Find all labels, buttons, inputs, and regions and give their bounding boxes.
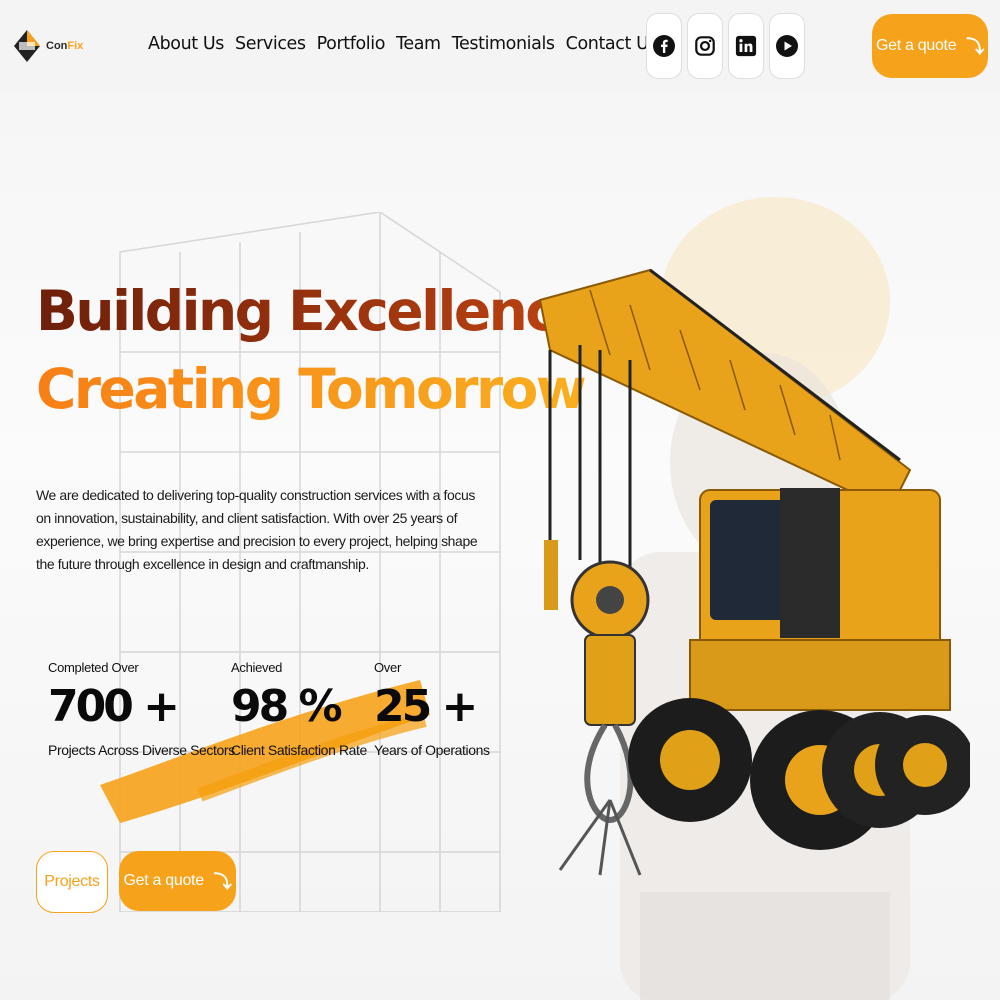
stat-satisfaction-value: 98 % xyxy=(231,681,343,732)
nav-about-us[interactable]: About Us xyxy=(148,34,224,54)
youtube-link[interactable] xyxy=(769,13,805,79)
brand-name-con: Con xyxy=(46,40,68,52)
header-quote-label: Get a quote xyxy=(875,37,957,54)
nav-testimonials[interactable]: Testimonials xyxy=(452,34,555,54)
instagram-icon xyxy=(695,36,715,56)
brand-name-fix: Fix xyxy=(67,40,84,52)
hero-get-quote-button[interactable]: Get a quote ⤵ xyxy=(119,851,236,911)
header-get-quote-button[interactable]: Get a quote ⤵ xyxy=(872,14,988,78)
linkedin-link[interactable] xyxy=(728,13,764,79)
facebook-link[interactable] xyxy=(646,13,682,79)
stat-satisfaction-pre: Achieved xyxy=(231,660,283,675)
brand-logo[interactable]: ConFix xyxy=(12,28,83,64)
stat-projects-pre: Completed Over xyxy=(48,660,139,675)
hero-headline: Building Excellence, Creating Tomorrow xyxy=(36,276,611,432)
youtube-icon xyxy=(776,35,798,57)
nav-contact-us[interactable]: Contact Us xyxy=(566,34,658,54)
hero-quote-label: Get a quote xyxy=(123,872,204,889)
stat-years-post: Years of Operations xyxy=(374,742,490,758)
stat-projects: Completed Over 700 + Projects Across Div… xyxy=(48,660,235,758)
projects-button[interactable]: Projects xyxy=(36,851,108,913)
headline-line-2: Creating Tomorrow xyxy=(36,346,609,432)
stat-projects-post: Projects Across Diverse Sectors xyxy=(48,742,235,758)
nav-services[interactable]: Services xyxy=(235,34,306,54)
social-links xyxy=(646,13,805,79)
stat-years: Over 25 + Years of Operations xyxy=(374,660,490,758)
stat-satisfaction-post: Client Satisfaction Rate xyxy=(231,742,367,758)
stat-years-value: 25 + xyxy=(374,681,478,732)
facebook-icon xyxy=(653,35,675,57)
nav-team[interactable]: Team xyxy=(396,34,441,54)
arrow-down-icon: ⤵ xyxy=(966,37,985,57)
stat-years-pre: Over xyxy=(374,660,401,675)
hero-description: We are dedicated to delivering top-quali… xyxy=(36,487,478,572)
stat-projects-value: 700 + xyxy=(48,681,180,732)
nav-portfolio[interactable]: Portfolio xyxy=(317,34,386,54)
headline-line-1: Building Excellence, xyxy=(36,276,611,346)
site-header: ConFix About Us Services Portfolio Team … xyxy=(0,0,1000,92)
main-nav: About Us Services Portfolio Team Testimo… xyxy=(148,34,668,54)
instagram-link[interactable] xyxy=(687,13,723,79)
arrow-down-icon: ⤵ xyxy=(213,872,232,892)
logo-mark-icon xyxy=(14,30,40,62)
linkedin-icon xyxy=(735,35,757,57)
mobile-crane-illustration xyxy=(538,268,970,876)
stat-satisfaction: Achieved 98 % Client Satisfaction Rate xyxy=(231,660,367,758)
brand-name: ConFix xyxy=(46,40,83,52)
